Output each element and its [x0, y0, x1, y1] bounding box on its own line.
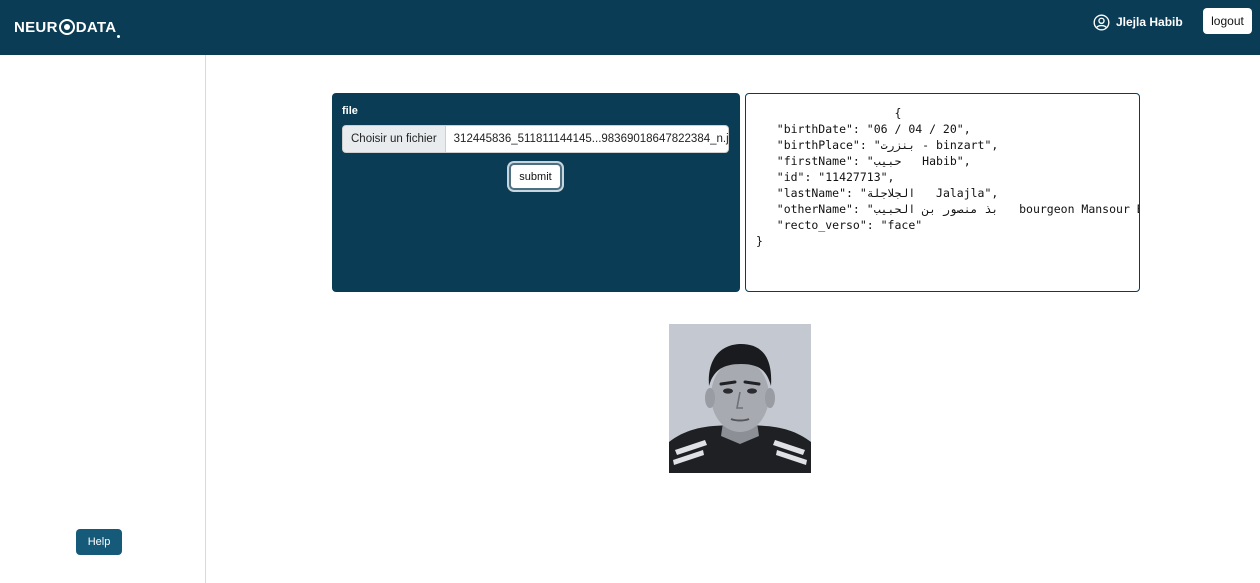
- help-button[interactable]: Help: [76, 529, 122, 555]
- selected-file-name: 312445836_511811144145...983690186478223…: [453, 133, 728, 145]
- json-line: "birthDate": "06 / 04 / 20",: [756, 122, 971, 136]
- json-line: "recto_verso": "face": [756, 218, 923, 232]
- json-line: "otherName": "بذ منصور بن الحبيب bourgeo…: [776, 202, 1139, 216]
- json-line: }: [756, 234, 763, 248]
- logo-text-right: DATA: [76, 19, 121, 38]
- user-menu[interactable]: Jlejla Habib: [1093, 12, 1183, 32]
- portrait-photo: [669, 324, 811, 473]
- json-line: "lastName": "الجلاجلة Jalajla",: [756, 186, 999, 200]
- upload-form-panel: file Choisir un fichier 312445836_511811…: [332, 93, 740, 292]
- user-circle-icon: [1093, 14, 1110, 30]
- json-result-panel: { "birthDate": "06 / 04 / 20", "birthPla…: [745, 93, 1140, 292]
- logout-button[interactable]: logout: [1203, 8, 1252, 34]
- choose-file-button[interactable]: Choisir un fichier: [343, 126, 446, 152]
- neurodata-logo[interactable]: NEUR DATA: [14, 16, 121, 38]
- json-line: "id": "11427713",: [756, 170, 895, 184]
- sidebar: Help: [0, 55, 206, 583]
- user-name: Jlejla Habib: [1116, 15, 1183, 29]
- json-line: "firstName": "حبيب Habib",: [756, 154, 971, 168]
- logo-o-icon: [58, 19, 75, 35]
- file-label: file: [342, 105, 358, 117]
- json-line: {: [756, 106, 902, 120]
- submit-button[interactable]: submit: [509, 163, 562, 190]
- top-navbar: NEUR DATA Jlejla Habib logout: [0, 0, 1260, 55]
- portrait-photo-icon: [669, 324, 811, 473]
- json-line: "birthPlace": "بنزرت - binzart",: [756, 138, 999, 152]
- file-input[interactable]: Choisir un fichier 312445836_51181114414…: [342, 125, 729, 153]
- logo-text-left: NEUR: [14, 18, 58, 36]
